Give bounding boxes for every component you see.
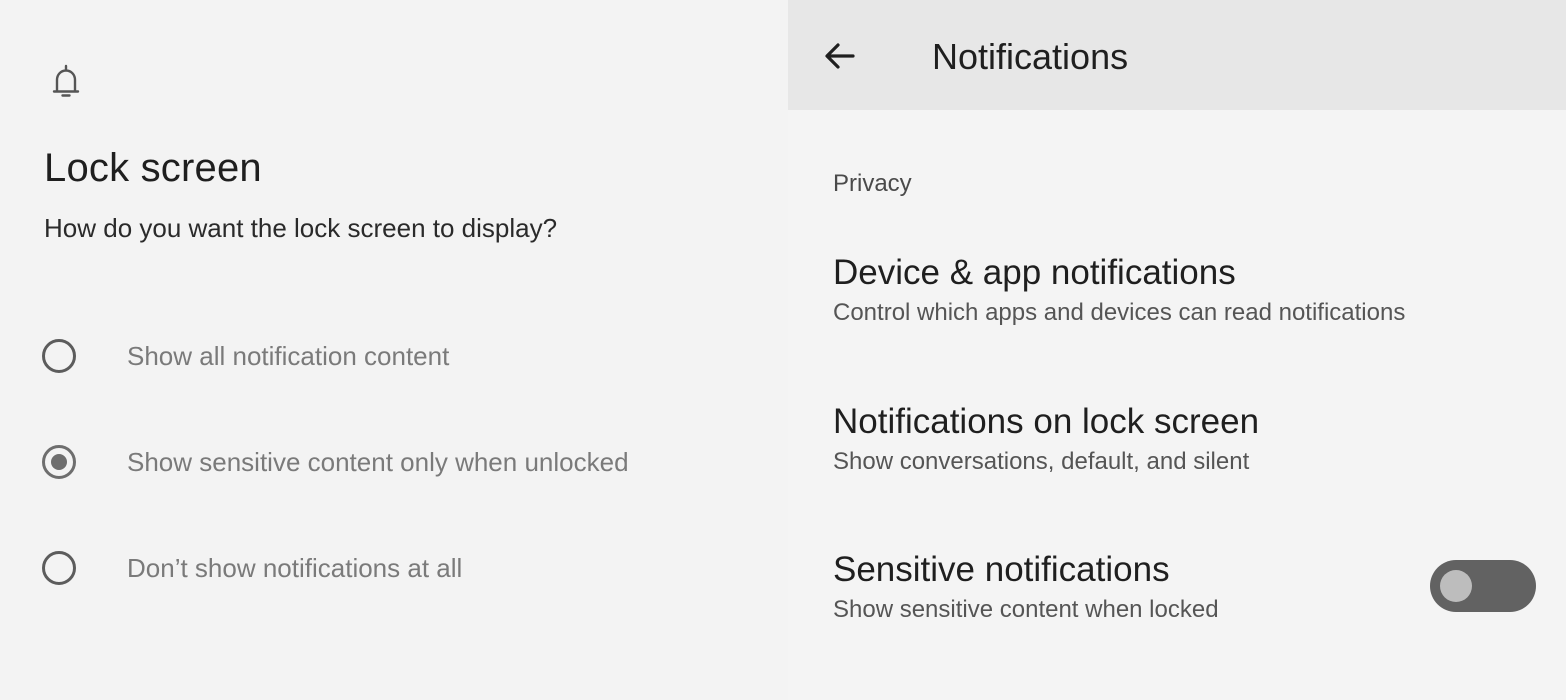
bell-icon — [52, 64, 80, 97]
lock-screen-dialog: Lock screen How do you want the lock scr… — [0, 0, 788, 700]
radio-unchecked-icon[interactable] — [42, 551, 76, 585]
pref-summary: Show conversations, default, and silent — [833, 448, 1250, 475]
pref-title: Notifications on lock screen — [833, 402, 1260, 441]
dialog-title: Lock screen — [44, 146, 262, 190]
pref-title: Sensitive notifications — [833, 550, 1170, 589]
toggle-thumb — [1440, 570, 1472, 602]
section-header-privacy: Privacy — [833, 170, 912, 197]
pref-title: Device & app notifications — [833, 253, 1236, 292]
radio-option-dont-show[interactable]: Don’t show notifications at all — [42, 546, 742, 590]
radio-label: Show all notification content — [127, 340, 450, 371]
radio-label: Show sensitive content only when unlocke… — [127, 446, 629, 477]
back-button[interactable] — [814, 30, 866, 82]
radio-option-show-sensitive-when-unlocked[interactable]: Show sensitive content only when unlocke… — [42, 440, 742, 484]
radio-option-show-all[interactable]: Show all notification content — [42, 334, 742, 378]
radio-label: Don’t show notifications at all — [127, 552, 463, 583]
pref-summary: Control which apps and devices can read … — [833, 299, 1406, 326]
notifications-settings: Notifications Privacy Device & app notif… — [788, 0, 1566, 700]
app-bar: Notifications — [788, 0, 1566, 110]
pref-notifications-on-lock-screen[interactable]: Notifications on lock screen Show conver… — [833, 402, 1533, 476]
pref-sensitive-notifications[interactable]: Sensitive notifications Show sensitive c… — [833, 550, 1413, 624]
dialog-question: How do you want the lock screen to displ… — [44, 213, 558, 243]
sensitive-notifications-toggle[interactable] — [1430, 560, 1536, 612]
arrow-back-icon[interactable] — [822, 38, 858, 74]
pref-summary: Show sensitive content when locked — [833, 596, 1219, 623]
radio-unchecked-icon[interactable] — [42, 339, 76, 373]
page-title: Notifications — [932, 36, 1129, 77]
pref-device-app-notifications[interactable]: Device & app notifications Control which… — [833, 253, 1533, 327]
screen: Lock screen How do you want the lock scr… — [0, 0, 1566, 700]
radio-checked-icon[interactable] — [42, 445, 76, 479]
